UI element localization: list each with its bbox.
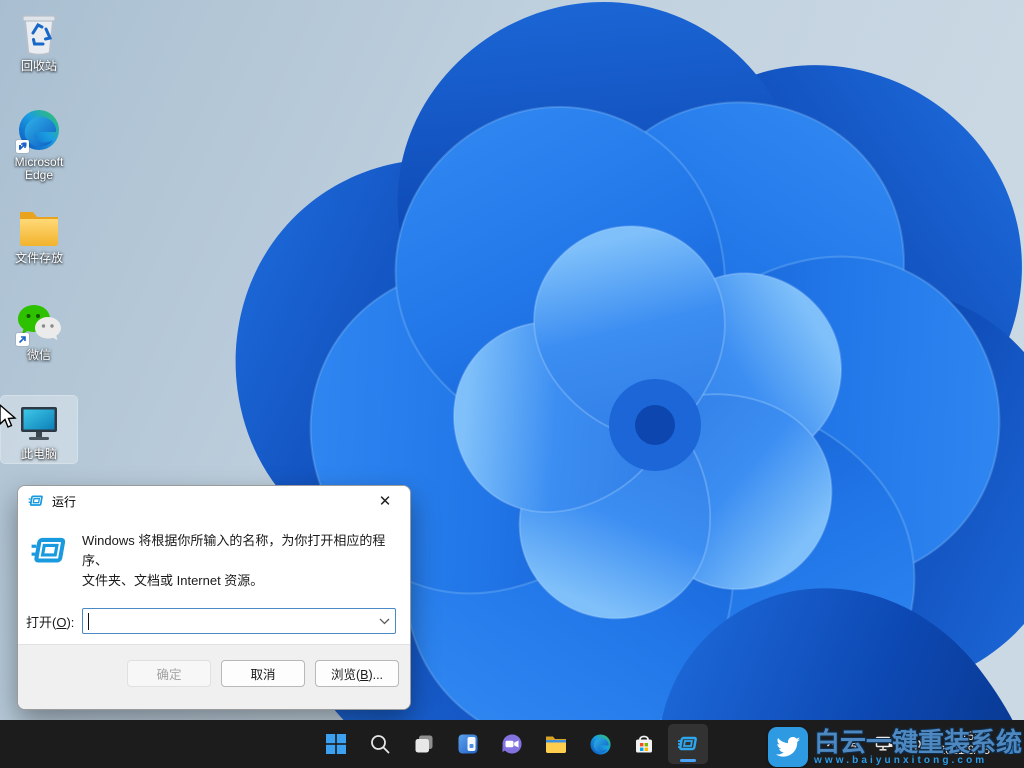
- file-explorer-button[interactable]: [536, 724, 576, 764]
- desktop-icon-recycle-bin[interactable]: 回收站: [1, 8, 77, 75]
- windows-start-icon: [325, 733, 347, 755]
- widgets-button[interactable]: [448, 724, 488, 764]
- volume-button[interactable]: [901, 724, 931, 764]
- speaker-icon: [906, 734, 926, 754]
- microsoft-store-icon: [633, 733, 655, 755]
- recycle-bin-icon: [16, 11, 62, 57]
- run-combobox: [82, 608, 396, 634]
- run-app-button[interactable]: [668, 724, 708, 764]
- edge-icon: [589, 733, 612, 756]
- ime-indicator[interactable]: 英: [845, 724, 867, 764]
- description-line-2: 文件夹、文档或 Internet 资源。: [82, 571, 396, 591]
- taskbar: 英 15:33 2021/8/25 2: [0, 720, 1024, 768]
- active-app-indicator: [680, 759, 696, 762]
- run-dialog-titlebar[interactable]: 运行 ✕: [18, 486, 410, 516]
- run-dialog-footer: 确定 取消 浏览(B)...: [18, 644, 410, 709]
- this-pc-icon: [15, 398, 63, 446]
- cancel-button[interactable]: 取消: [221, 660, 305, 687]
- desktop-icon-label: 回收站: [21, 60, 57, 73]
- search-button[interactable]: [360, 724, 400, 764]
- close-icon[interactable]: ✕: [370, 489, 400, 513]
- desktop-icon-wechat[interactable]: 微信: [1, 297, 77, 364]
- file-explorer-icon: [544, 732, 568, 756]
- start-button[interactable]: [316, 724, 356, 764]
- chevron-down-icon: [379, 618, 390, 625]
- run-app-icon: [676, 732, 700, 756]
- run-command-input[interactable]: [83, 609, 395, 633]
- run-dialog-title-icon: [28, 493, 44, 509]
- network-button[interactable]: [869, 724, 899, 764]
- desktop-icon-label: 文件存放: [15, 252, 63, 265]
- taskbar-center-icons: [316, 720, 708, 768]
- open-label: 打开(O):: [26, 612, 82, 631]
- store-button[interactable]: [624, 724, 664, 764]
- clock[interactable]: 15:33 2021/8/25: [933, 730, 996, 758]
- teams-chat-icon: [501, 733, 523, 755]
- tray-date: 2021/8/25: [939, 744, 990, 758]
- description-line-1: Windows 将根据你所输入的名称，为你打开相应的程序、: [82, 531, 396, 571]
- desktop-icon-label: Microsoft Edge: [2, 156, 76, 182]
- chevron-up-icon: [824, 737, 838, 751]
- mouse-cursor: [0, 404, 18, 430]
- combobox-dropdown-button[interactable]: [373, 609, 395, 633]
- widgets-icon: [457, 733, 479, 755]
- search-icon: [369, 733, 391, 755]
- shortcut-arrow-icon: [16, 140, 29, 153]
- folder-icon: [15, 202, 63, 250]
- system-tray: 英 15:33 2021/8/25 2: [819, 720, 1020, 768]
- run-dialog: 运行 ✕ Windows 将根据你所输入的名称，为你打开相应的程序、 文件夹、文…: [17, 485, 411, 710]
- network-ethernet-icon: [874, 734, 894, 754]
- browse-button[interactable]: 浏览(B)...: [315, 660, 399, 687]
- desktop-icon-label: 此电脑: [21, 448, 57, 461]
- tray-time: 15:33: [939, 730, 990, 744]
- notification-badge[interactable]: 2: [1000, 734, 1020, 754]
- desktop-icon-edge[interactable]: Microsoft Edge: [1, 104, 77, 184]
- edge-taskbar-button[interactable]: [580, 724, 620, 764]
- run-icon: [30, 532, 68, 570]
- run-dialog-description: Windows 将根据你所输入的名称，为你打开相应的程序、 文件夹、文档或 In…: [82, 530, 396, 591]
- desktop-icon-label: 微信: [27, 349, 51, 362]
- shortcut-arrow-icon: [16, 333, 29, 346]
- chat-button[interactable]: [492, 724, 532, 764]
- run-dialog-title: 运行: [52, 493, 76, 510]
- task-view-icon: [413, 733, 435, 755]
- ok-button[interactable]: 确定: [127, 660, 211, 687]
- desktop-icon-folder[interactable]: 文件存放: [1, 200, 77, 267]
- hidden-icons-button[interactable]: [819, 724, 843, 764]
- text-caret: [88, 613, 89, 630]
- task-view-button[interactable]: [404, 724, 444, 764]
